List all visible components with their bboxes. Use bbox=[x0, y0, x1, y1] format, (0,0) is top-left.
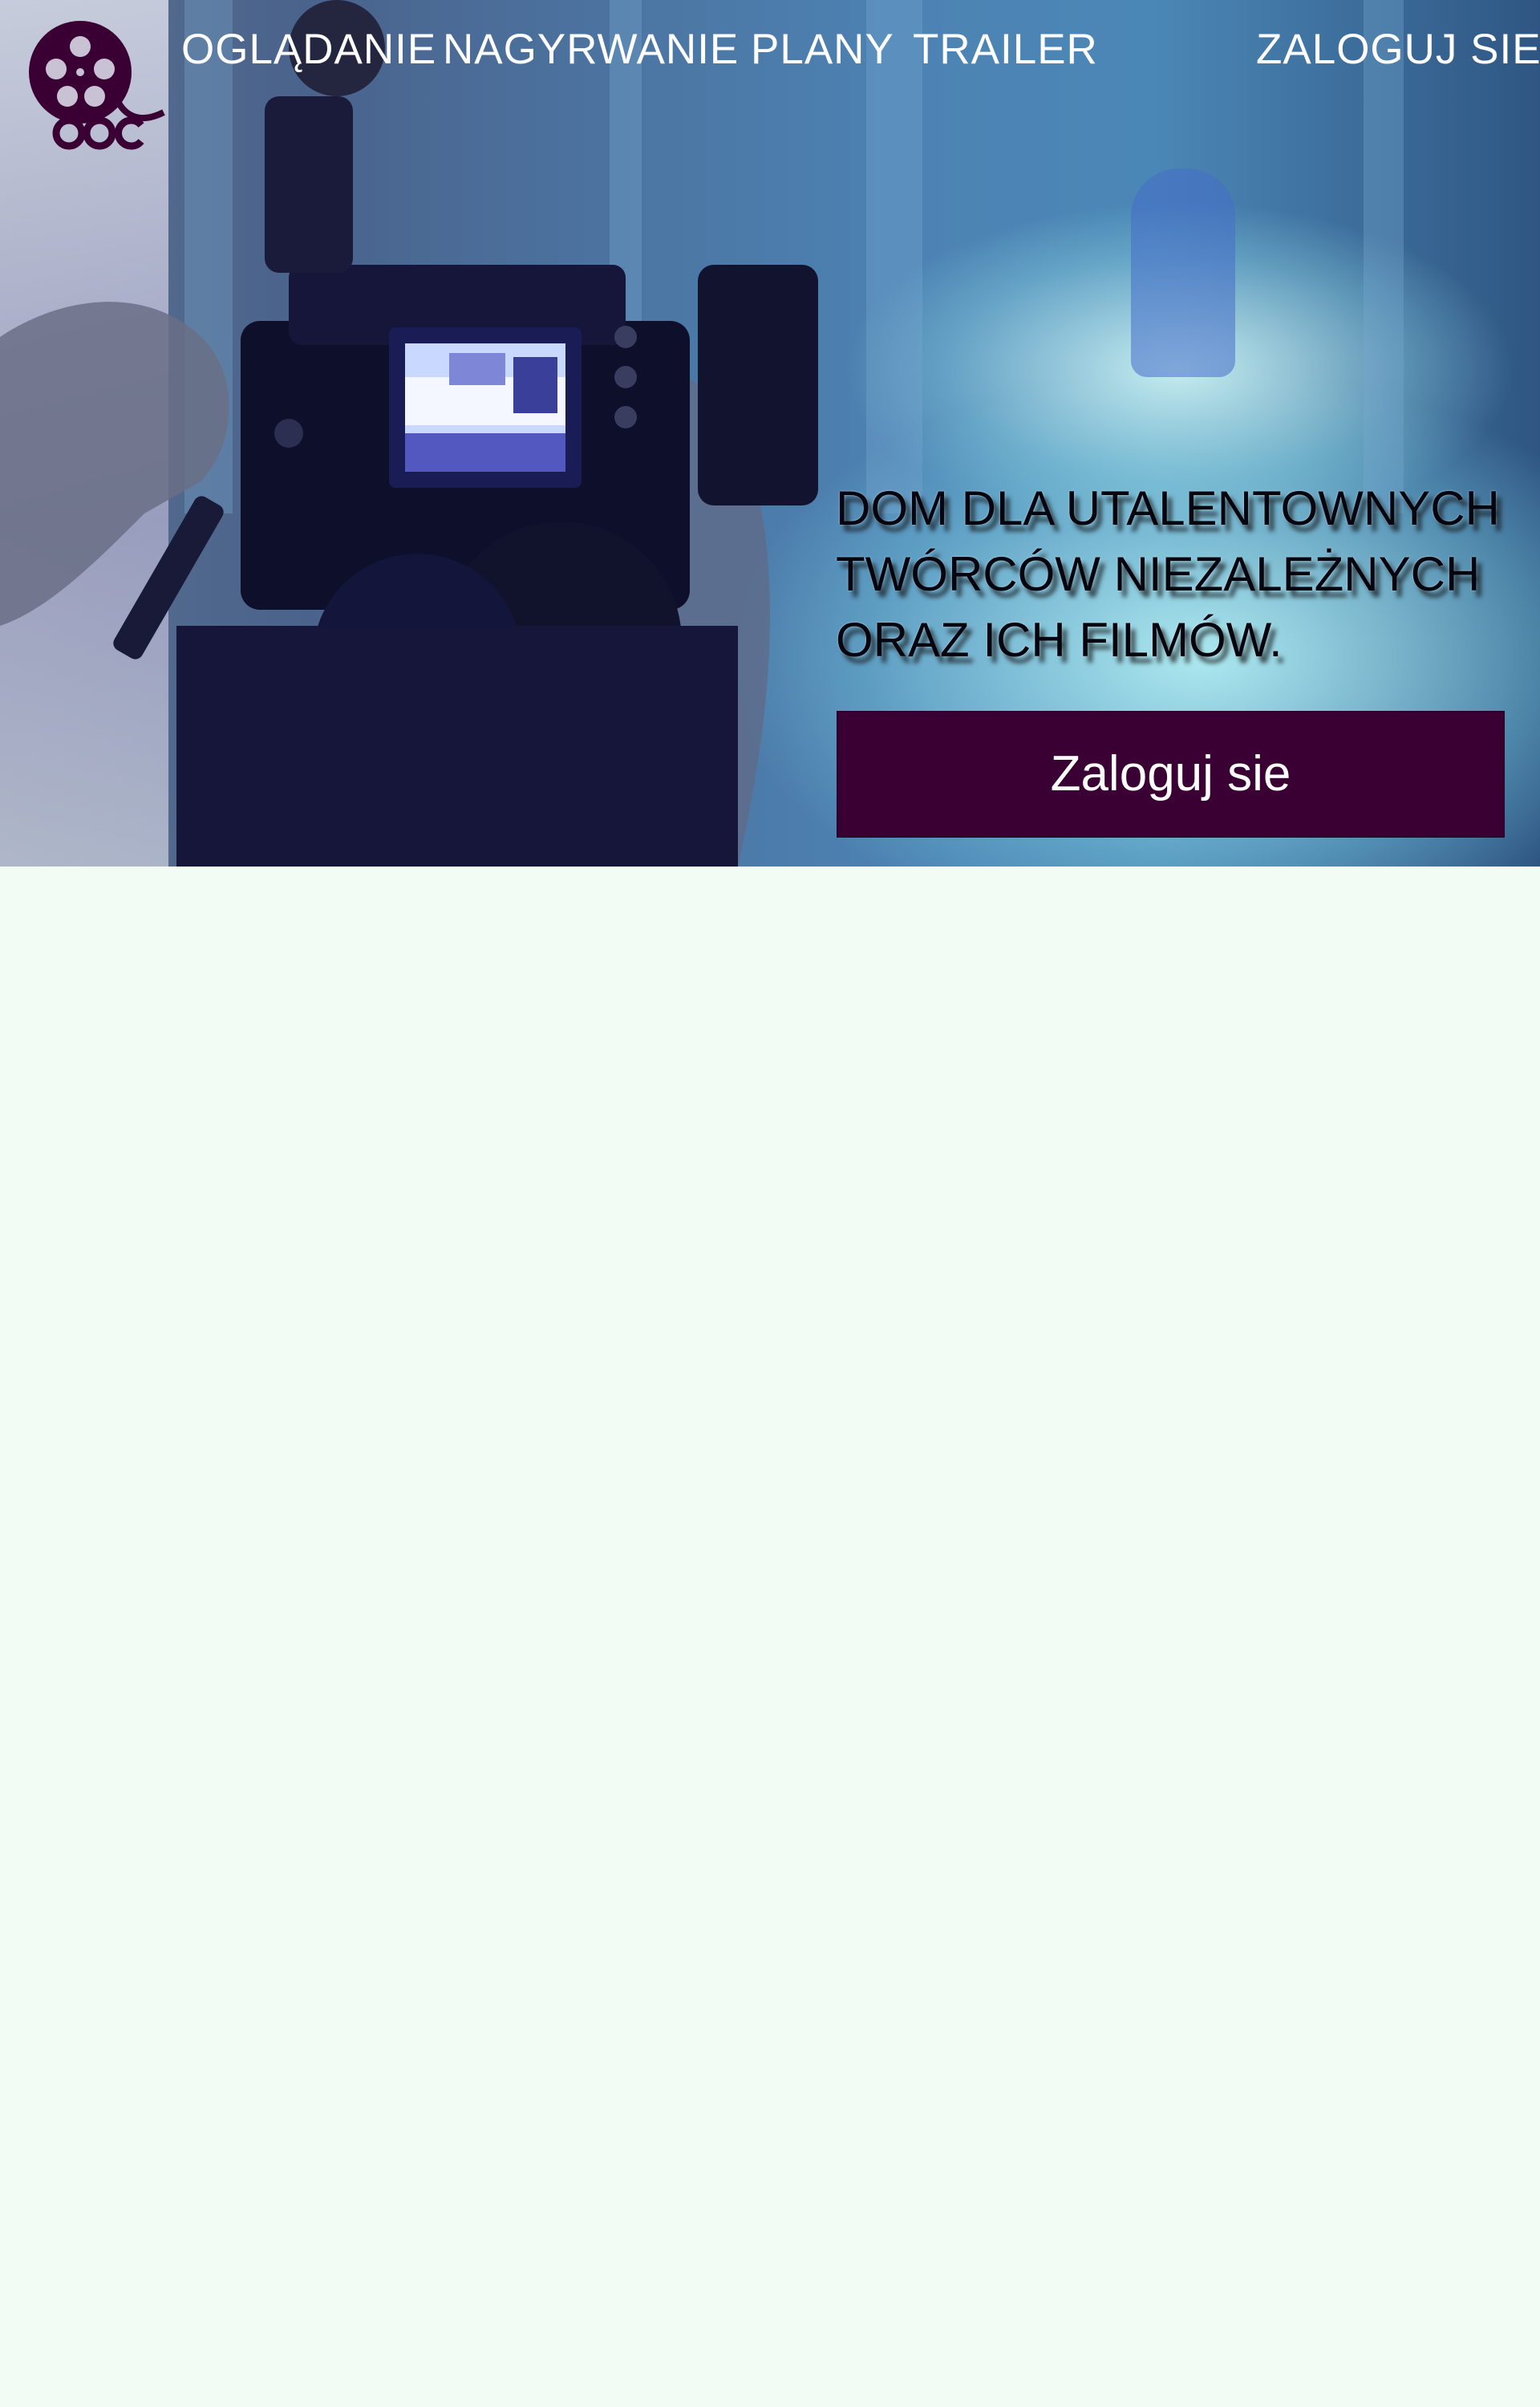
hero-background-figure bbox=[1131, 168, 1235, 377]
film-reel-icon[interactable] bbox=[27, 16, 168, 151]
hero-headline-line: DOM DLA UTALENTOWNYCH bbox=[836, 481, 1500, 535]
hero-headline-line: TWÓRCÓW NIEZALEŻNYCH bbox=[836, 547, 1481, 601]
nav-item-plany[interactable]: PLANY bbox=[751, 24, 894, 75]
nav-item-trailer[interactable]: TRAILER bbox=[913, 24, 1098, 75]
nav-item-nagyrwanie[interactable]: NAGYRWANIE bbox=[443, 24, 739, 75]
nav-login-link[interactable]: ZALOGUJ SIE bbox=[1256, 24, 1540, 75]
nav-item-ogladanie[interactable]: OGLĄDANIE bbox=[181, 24, 436, 75]
hero-headline-line: ORAZ ICH FILMÓW. bbox=[836, 613, 1283, 667]
hero-login-button[interactable]: Zaloguj sie bbox=[837, 711, 1505, 838]
hero-background-column bbox=[1364, 0, 1404, 513]
hero-headline: DOM DLA UTALENTOWNYCH TWÓRCÓW NIEZALEŻNY… bbox=[836, 476, 1540, 673]
